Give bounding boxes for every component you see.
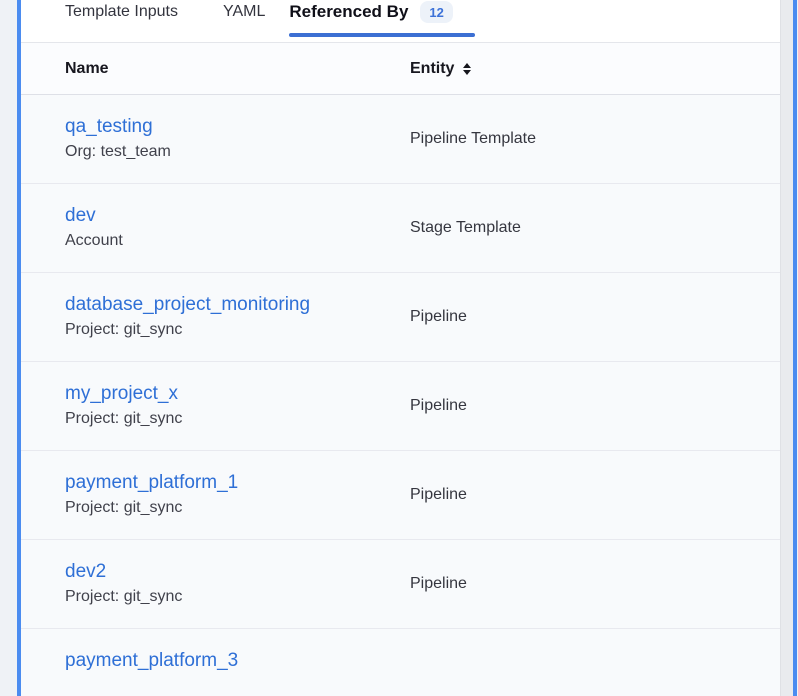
entity-cell: Pipeline Template <box>410 95 780 183</box>
table-row: dev2 Project: git_sync Pipeline <box>21 540 780 629</box>
table-row: my_project_x Project: git_sync Pipeline <box>21 362 780 451</box>
table-row: payment_platform_3 <box>21 629 780 696</box>
name-cell: dev2 Project: git_sync <box>21 540 410 628</box>
sort-down-arrow-icon <box>463 70 471 75</box>
column-header-entity-label: Entity <box>410 60 454 78</box>
column-header-entity[interactable]: Entity <box>410 60 780 78</box>
name-cell: payment_platform_3 <box>21 629 410 696</box>
row-name-link[interactable]: database_project_monitoring <box>65 294 310 316</box>
name-cell: payment_platform_1 Project: git_sync <box>21 451 410 539</box>
entity-cell: Pipeline <box>410 273 780 361</box>
row-name-link[interactable]: qa_testing <box>65 116 153 138</box>
table-row: payment_platform_1 Project: git_sync Pip… <box>21 451 780 540</box>
row-scope-label: Project: git_sync <box>65 320 410 340</box>
tab-label: Referenced By <box>289 0 408 24</box>
table-header: Name Entity <box>21 43 780 95</box>
row-scope-label: Project: git_sync <box>65 498 410 518</box>
sort-up-arrow-icon <box>463 63 471 68</box>
panel-content: Template Inputs YAML Referenced By 12 Na… <box>21 0 780 696</box>
row-name-link[interactable]: payment_platform_3 <box>65 650 238 672</box>
tab-label: YAML <box>223 0 265 24</box>
template-details-screen: Template Inputs YAML Referenced By 12 Na… <box>0 0 798 696</box>
entity-cell: Stage Template <box>410 184 780 272</box>
row-name-link[interactable]: dev2 <box>65 561 106 583</box>
table-row: qa_testing Org: test_team Pipeline Templ… <box>21 95 780 184</box>
row-name-link[interactable]: my_project_x <box>65 383 178 405</box>
tab-yaml[interactable]: YAML <box>223 0 265 42</box>
row-scope-label: Project: git_sync <box>65 587 410 607</box>
entity-cell: Pipeline <box>410 540 780 628</box>
table-row: dev Account Stage Template <box>21 184 780 273</box>
entity-cell: Pipeline <box>410 451 780 539</box>
name-cell: dev Account <box>21 184 410 272</box>
row-scope-label: Org: test_team <box>65 142 410 162</box>
tab-label: Template Inputs <box>65 0 178 24</box>
row-name-link[interactable]: payment_platform_1 <box>65 472 238 494</box>
name-cell: qa_testing Org: test_team <box>21 95 410 183</box>
row-scope-label: Project: git_sync <box>65 409 410 429</box>
column-header-name: Name <box>21 60 410 78</box>
entity-cell: Pipeline <box>410 362 780 450</box>
sort-icon[interactable] <box>463 63 471 75</box>
tab-template-inputs[interactable]: Template Inputs <box>65 0 178 42</box>
tab-referenced-by[interactable]: Referenced By 12 <box>289 0 475 42</box>
name-cell: my_project_x Project: git_sync <box>21 362 410 450</box>
row-scope-label <box>65 676 410 696</box>
referenced-by-table: Name Entity qa_testing Org: test_team <box>21 42 780 696</box>
vertical-scrollbar[interactable] <box>780 0 793 696</box>
referenced-count-badge: 12 <box>420 1 452 23</box>
row-scope-label: Account <box>65 231 410 251</box>
row-name-link[interactable]: dev <box>65 205 96 227</box>
name-cell: database_project_monitoring Project: git… <box>21 273 410 361</box>
entity-cell <box>410 629 780 696</box>
details-panel: Template Inputs YAML Referenced By 12 Na… <box>17 0 797 696</box>
table-row: database_project_monitoring Project: git… <box>21 273 780 362</box>
tab-bar: Template Inputs YAML Referenced By 12 <box>21 0 780 42</box>
